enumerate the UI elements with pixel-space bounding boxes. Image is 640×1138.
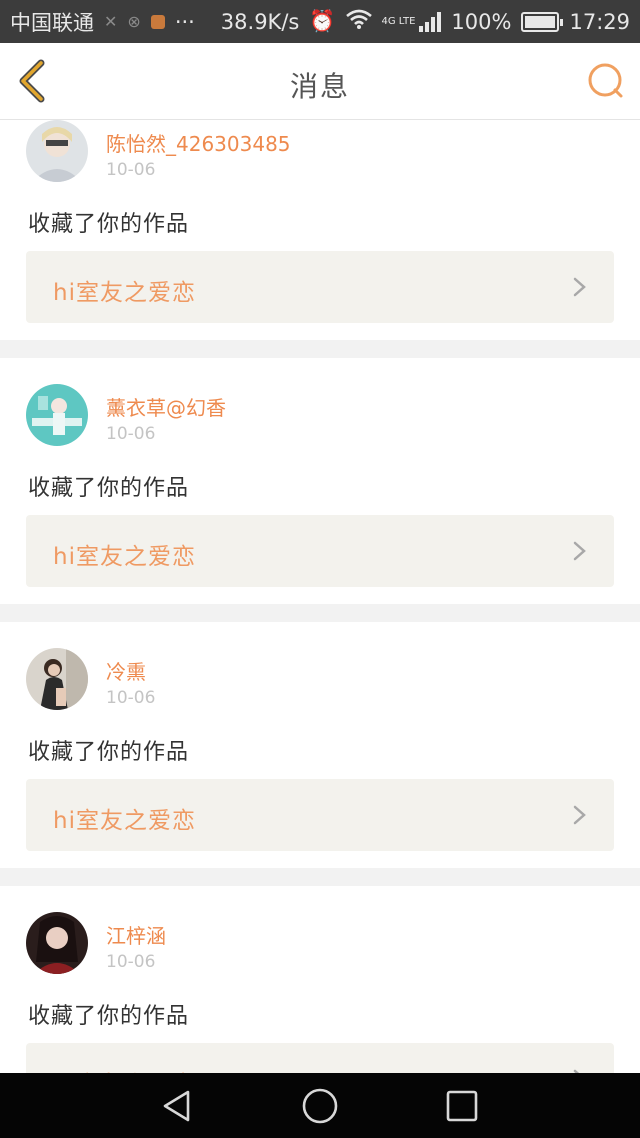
nav-home-button[interactable]: [301, 1087, 339, 1125]
battery-percent: 100%: [451, 9, 512, 34]
message-date: 10-06: [106, 424, 156, 444]
work-title: hi室友之爱恋: [53, 544, 196, 570]
back-triangle-icon: [163, 1090, 190, 1122]
nav-back-button[interactable]: [158, 1087, 196, 1125]
username[interactable]: 薰衣草@幻香: [106, 392, 226, 421]
avatar[interactable]: [26, 120, 88, 182]
avatar[interactable]: [26, 384, 88, 446]
avatar[interactable]: [26, 912, 88, 974]
battery-icon: [521, 11, 564, 32]
work-link[interactable]: hi室友之爱恋: [26, 779, 614, 851]
app-header: 消息: [0, 43, 640, 120]
page-title: 消息: [289, 70, 350, 103]
message-date: 10-06: [106, 688, 156, 708]
message-list[interactable]: 陈怡然​_426303485 10-06 收藏了你的作品 hi室友之爱恋 薰衣草…: [0, 120, 640, 1073]
message-date: 10-06: [106, 952, 156, 972]
wifi-icon: [345, 9, 372, 34]
carrier-label: 中国联通: [10, 10, 94, 35]
chevron-right-icon: [573, 805, 586, 825]
work-link[interactable]: hi室友之爱恋: [26, 1043, 614, 1073]
message-card: 薰衣草@幻香 10-06 收藏了你的作品 hi室友之爱恋: [0, 358, 640, 604]
network-type: 4G LTE: [381, 15, 416, 27]
notification-icon: ⊗: [127, 12, 141, 31]
username[interactable]: 陈怡然​_426303485: [106, 128, 291, 157]
home-circle-icon: [302, 1088, 338, 1124]
work-link[interactable]: hi室友之爱恋: [26, 515, 614, 587]
message-card: 陈怡然​_426303485 10-06 收藏了你的作品 hi室友之爱恋: [0, 120, 640, 340]
chevron-right-icon: [573, 541, 586, 561]
username[interactable]: 冷熏: [106, 656, 146, 685]
message-action: 收藏了你的作品: [28, 212, 190, 237]
search-icon: [588, 63, 623, 98]
work-title: hi室友之爱恋: [53, 808, 196, 834]
work-link[interactable]: hi室友之爱恋: [26, 251, 614, 323]
nav-recents-button[interactable]: [443, 1087, 481, 1125]
message-action: 收藏了你的作品: [28, 1004, 190, 1029]
signal-icon: [419, 11, 442, 32]
message-date: 10-06: [106, 160, 156, 180]
search-button[interactable]: [586, 61, 626, 101]
system-nav-bar: [0, 1073, 640, 1138]
username[interactable]: 江梓涵: [106, 920, 166, 949]
avatar[interactable]: [26, 648, 88, 710]
work-title: hi室友之爱恋: [53, 1065, 196, 1073]
message-action: 收藏了你的作品: [28, 476, 190, 501]
message-card: 江梓涵 10-06 收藏了你的作品 hi室友之爱恋: [0, 886, 640, 1073]
network-speed: 38.9K/s: [220, 9, 300, 34]
work-title: hi室友之爱恋: [53, 280, 196, 306]
clock: 17:29: [569, 9, 630, 34]
message-card: 冷熏 10-06 收藏了你的作品 hi室友之爱恋: [0, 622, 640, 868]
app-notification-icon: [150, 14, 165, 29]
more-notifications-icon: ···: [174, 9, 195, 34]
notification-icon: ✕: [104, 12, 118, 31]
status-bar: 中国联通 ✕ ⊗ ··· 38.9K/s ⏰ 4G LTE 100% 17:29: [0, 0, 640, 43]
chevron-right-icon: [573, 277, 586, 297]
alarm-icon: ⏰: [309, 9, 336, 33]
message-action: 收藏了你的作品: [28, 740, 190, 765]
recents-square-icon: [446, 1090, 478, 1122]
